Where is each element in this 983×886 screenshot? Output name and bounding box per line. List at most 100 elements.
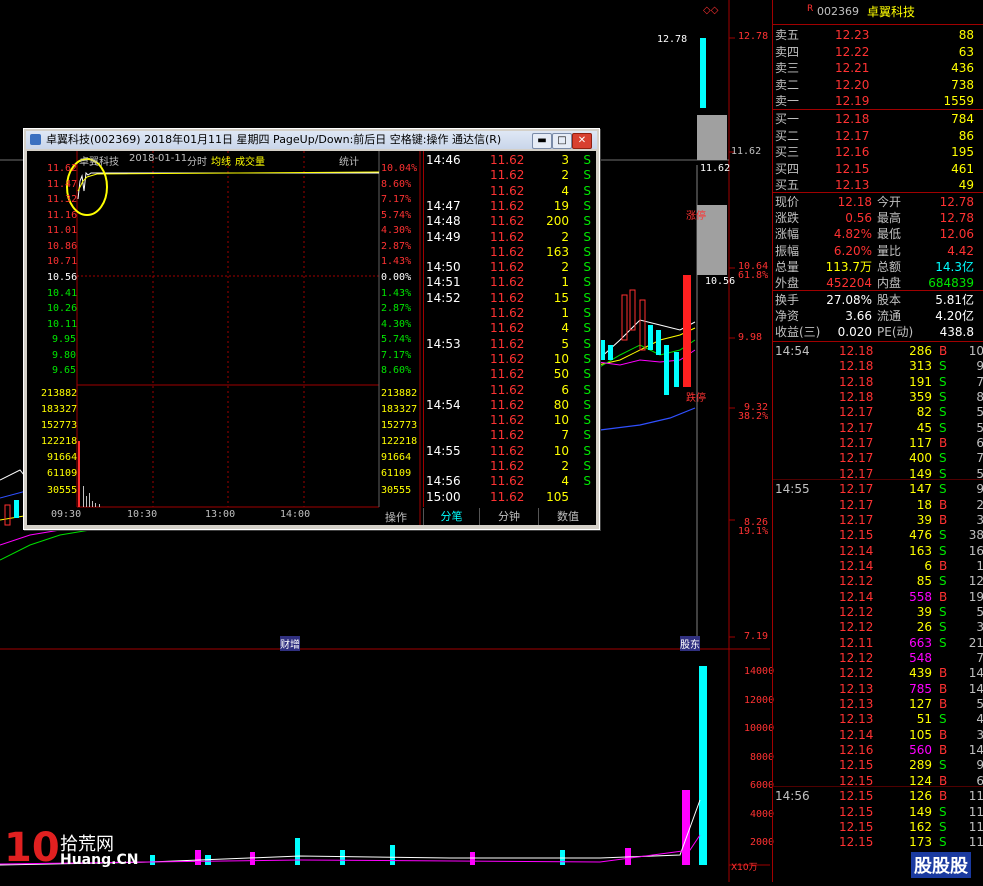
operate-button[interactable]: 操作 (385, 509, 407, 525)
tick-price: 11.62 (490, 443, 525, 458)
tick-time: 14:51 (426, 275, 461, 290)
trade-row: 12.17 82 S 5 (773, 404, 983, 420)
tick-list[interactable]: 14:46 11.62 3 S 11.62 2 S 11.62 4 S 14:47 11.62 19 S 1… (423, 151, 597, 507)
left-price: 9.80 (52, 350, 77, 361)
trade-row: 12.14 163 S 16 (773, 543, 983, 559)
trade-side: S (939, 620, 947, 635)
tick-volume: 6 (561, 382, 569, 397)
right-pct: 10.04% (381, 163, 418, 174)
quote-row: 涨跌 0.56 最高 12.78 (773, 210, 983, 226)
vol-level: 91664 (381, 452, 412, 463)
stats-button[interactable]: 统计 (339, 153, 359, 168)
trade-volume: 51 (916, 712, 932, 727)
trade-volume: 163 (909, 543, 932, 558)
trade-side: B (939, 344, 948, 358)
trade-side: B (939, 558, 948, 573)
trade-count: 16 (968, 543, 983, 558)
vol-axis-label: 12000 (744, 695, 775, 706)
trade-volume: 162 (909, 819, 932, 834)
trade-price: 12.17 (839, 436, 874, 451)
bid-label: 买五 (775, 178, 800, 192)
trade-side: S (939, 374, 947, 389)
fundamental-value: 0.020 (837, 325, 872, 340)
tick-price: 11.62 (490, 336, 525, 351)
fundamental-label: 流通 (877, 309, 902, 324)
fundamental-value: 27.08% (826, 293, 872, 307)
vol-level: 122218 (41, 436, 78, 447)
trade-price: 12.16 (839, 743, 874, 758)
trade-count: 3 (976, 512, 983, 527)
quote-value: 684839 (928, 276, 974, 290)
trade-count: 6 (976, 436, 983, 451)
tab-minutes[interactable]: 分钟 (479, 508, 538, 525)
diamond-icon: ◇◇ (703, 5, 719, 16)
event-mark[interactable]: 财增 (280, 636, 300, 651)
tick-price: 11.62 (490, 214, 525, 229)
trade-count: 3 (976, 620, 983, 635)
tick-time: 14:47 (426, 198, 461, 213)
maximize-icon[interactable]: □ (552, 133, 572, 149)
trade-price: 12.12 (839, 666, 874, 681)
trade-volume: 173 (909, 835, 932, 850)
trade-row: 12.17 18 B 2 (773, 497, 983, 513)
left-price: 11.47 (47, 179, 78, 190)
right-pct: 4.30% (381, 319, 412, 330)
tick-time: 14:52 (426, 290, 461, 305)
vol-level: 183327 (381, 404, 418, 415)
price-axis-label: 12.78 (738, 31, 769, 42)
minimize-icon[interactable]: ▬ (532, 133, 552, 149)
trade-price: 12.17 (839, 512, 874, 527)
intraday-popup-window[interactable]: 卓翼科技(002369) 2018年01月11日 星期四 PageUp/Down… (23, 128, 600, 530)
trade-side: S (939, 758, 947, 773)
fundamental-label: 股本 (877, 293, 902, 307)
ask-volume: 1559 (943, 94, 974, 108)
trade-count: 9 (976, 758, 983, 773)
tick-volume: 1 (561, 306, 569, 320)
popup-titlebar[interactable]: 卓翼科技(002369) 2018年01月11日 星期四 PageUp/Down… (26, 131, 597, 149)
volume-bars (150, 666, 707, 865)
vol-axis-label: 6000 (750, 780, 775, 791)
trade-volume: 785 (909, 681, 932, 696)
bid-volume: 461 (951, 161, 974, 176)
time-label: 09:30 (51, 509, 82, 520)
trade-time: 14:56 (775, 789, 810, 804)
tick-side: S (583, 367, 591, 382)
quote-label: 最高 (877, 211, 902, 226)
right-pct: 4.30% (381, 225, 412, 236)
trade-row: 12.11 663 S 21 (773, 635, 983, 651)
left-price: 10.26 (47, 303, 78, 314)
ask-row: 卖一 12.19 1559 (773, 93, 983, 109)
right-pct: 8.60% (381, 179, 412, 190)
quote-value: 14.3亿 (935, 259, 974, 274)
left-price: 10.11 (47, 319, 78, 330)
trade-row: 12.14 6 B 1 (773, 558, 983, 574)
trade-side: S (939, 528, 947, 543)
tick-price: 11.62 (490, 321, 525, 336)
ask-label: 卖三 (775, 61, 800, 75)
right-pct: 1.43% (381, 256, 412, 267)
trade-side: S (939, 482, 947, 497)
tick-price: 11.62 (490, 244, 525, 259)
trade-count: 5 (976, 604, 983, 619)
close-icon[interactable]: ✕ (572, 133, 592, 149)
tab-values[interactable]: 数值 (538, 508, 597, 525)
tab-ticks[interactable]: 分笔 (423, 508, 479, 525)
ask-label: 卖一 (775, 94, 800, 108)
fundamental-row: 换手 27.08% 股本 5.81亿 (773, 292, 983, 308)
quote-label: 现价 (775, 195, 800, 209)
intraday-chart[interactable]: 卓翼科技 2018-01-11 分时 均线 成交量 统计 11.62 11.47… (27, 151, 422, 525)
quote-row: 现价 12.18 今开 12.78 (773, 194, 983, 210)
event-mark[interactable]: 股东 (680, 636, 700, 651)
trade-price: 12.17 (839, 405, 874, 420)
ask-price: 12.19 (835, 94, 870, 108)
watermark-right: 股股股 (911, 852, 971, 878)
fundamental-label: PE(动) (877, 325, 914, 340)
trade-count: 1 (976, 558, 983, 573)
ask-volume: 436 (951, 61, 974, 75)
trade-price: 12.18 (839, 359, 874, 374)
vol-axis-label: 14000 (744, 666, 775, 677)
trade-row: 12.14 105 B 3 (773, 727, 983, 743)
quote-label: 总量 (775, 259, 800, 274)
vol-level: 183327 (41, 404, 78, 415)
trade-volume: 147 (909, 482, 932, 497)
